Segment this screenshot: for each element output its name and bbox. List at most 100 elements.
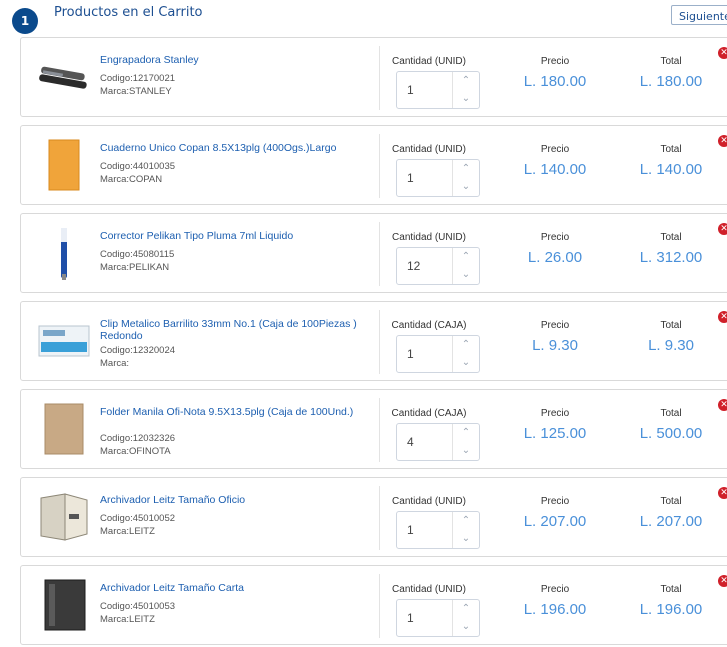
price-value: L. 9.30	[532, 337, 578, 354]
chevron-up-icon[interactable]: ⌃	[453, 336, 479, 354]
quantity-value[interactable]: 1	[407, 611, 414, 625]
chevron-down-icon[interactable]: ⌄	[453, 354, 479, 372]
price-label: Precio	[540, 320, 570, 331]
product-brand: Marca:OFINOTA	[100, 446, 171, 457]
spin-buttons: ⌃ ⌄	[452, 160, 479, 196]
product-name[interactable]: Archivador Leitz Tamaño Carta	[100, 582, 370, 594]
total-value: L. 180.00	[639, 73, 703, 90]
price-value: L. 26.00	[527, 249, 583, 266]
remove-item-icon[interactable]: ✕	[718, 399, 727, 411]
product-brand: Marca:STANLEY	[100, 86, 172, 97]
chevron-up-icon[interactable]: ⌃	[453, 424, 479, 442]
folder-image	[35, 400, 93, 458]
total-label: Total	[660, 496, 682, 507]
total-label: Total	[660, 320, 682, 331]
quantity-label: Cantidad (CAJA)	[391, 320, 467, 331]
spin-buttons: ⌃ ⌄	[452, 248, 479, 284]
cart-item: Cuaderno Unico Copan 8.5X13plg (400Ogs.)…	[20, 125, 727, 205]
product-name[interactable]: Corrector Pelikan Tipo Pluma 7ml Liquido	[100, 230, 370, 242]
quantity-stepper[interactable]: 1 ⌃ ⌄	[396, 71, 480, 109]
quantity-value[interactable]: 1	[407, 171, 414, 185]
product-code: Codigo:12170021	[100, 73, 176, 84]
total-value: L. 140.00	[639, 161, 703, 178]
cart-item: Clip Metalico Barrilito 33mm No.1 (Caja …	[20, 301, 727, 381]
binder-open-image	[35, 488, 93, 546]
price-label: Precio	[540, 408, 570, 419]
cart-header: 1 Productos en el Carrito Siguiente	[0, 0, 727, 36]
cart-item: Archivador Leitz Tamaño Oficio Codigo:45…	[20, 477, 727, 557]
product-name[interactable]: Engrapadora Stanley	[100, 54, 370, 66]
product-name[interactable]: Cuaderno Unico Copan 8.5X13plg (400Ogs.)…	[100, 142, 370, 154]
quantity-value[interactable]: 1	[407, 347, 414, 361]
quantity-stepper[interactable]: 1 ⌃ ⌄	[396, 599, 480, 637]
product-code: Codigo:12320024	[100, 345, 176, 356]
quantity-label: Cantidad (UNID)	[392, 232, 466, 243]
quantity-value[interactable]: 1	[407, 523, 414, 537]
total-label: Total	[660, 56, 682, 67]
quantity-stepper[interactable]: 1 ⌃ ⌄	[396, 511, 480, 549]
remove-item-icon[interactable]: ✕	[718, 575, 727, 587]
product-code: Codigo:12032326	[100, 433, 176, 444]
cart-item: Engrapadora Stanley Codigo:12170021 Marc…	[20, 37, 727, 117]
product-name[interactable]: Clip Metalico Barrilito 33mm No.1 (Caja …	[100, 318, 370, 342]
chevron-down-icon[interactable]: ⌄	[453, 90, 479, 108]
product-code: Codigo:44010035	[100, 161, 176, 172]
price-label: Precio	[540, 584, 570, 595]
chevron-down-icon[interactable]: ⌄	[453, 266, 479, 284]
price-value: L. 207.00	[523, 513, 587, 530]
quantity-value[interactable]: 4	[407, 435, 414, 449]
chevron-up-icon[interactable]: ⌃	[453, 512, 479, 530]
total-label: Total	[660, 144, 682, 155]
total-label: Total	[660, 584, 682, 595]
price-value: L. 196.00	[523, 601, 587, 618]
quantity-label: Cantidad (UNID)	[392, 144, 466, 155]
price-label: Precio	[540, 144, 570, 155]
section-title: Productos en el Carrito	[54, 5, 203, 20]
quantity-stepper[interactable]: 4 ⌃ ⌄	[396, 423, 480, 461]
total-label: Total	[660, 232, 682, 243]
chevron-down-icon[interactable]: ⌄	[453, 442, 479, 460]
quantity-value[interactable]: 12	[407, 259, 420, 273]
correction-pen-image	[35, 224, 93, 282]
remove-item-icon[interactable]: ✕	[718, 487, 727, 499]
cart-item: Archivador Leitz Tamaño Carta Codigo:450…	[20, 565, 727, 645]
total-value: L. 207.00	[639, 513, 703, 530]
chevron-up-icon[interactable]: ⌃	[453, 72, 479, 90]
remove-item-icon[interactable]: ✕	[718, 311, 727, 323]
quantity-label: Cantidad (UNID)	[392, 496, 466, 507]
quantity-stepper[interactable]: 1 ⌃ ⌄	[396, 159, 480, 197]
remove-item-icon[interactable]: ✕	[718, 135, 727, 147]
remove-item-icon[interactable]: ✕	[718, 47, 727, 59]
chevron-up-icon[interactable]: ⌃	[453, 248, 479, 266]
binder-black-image	[35, 576, 93, 634]
quantity-stepper[interactable]: 1 ⌃ ⌄	[396, 335, 480, 373]
remove-item-icon[interactable]: ✕	[718, 223, 727, 235]
product-brand: Marca:	[100, 358, 130, 369]
chevron-up-icon[interactable]: ⌃	[453, 600, 479, 618]
quantity-value[interactable]: 1	[407, 83, 414, 97]
price-label: Precio	[540, 496, 570, 507]
product-code: Codigo:45010052	[100, 513, 176, 524]
total-label: Total	[660, 408, 682, 419]
total-value: L. 312.00	[639, 249, 703, 266]
spin-buttons: ⌃ ⌄	[452, 336, 479, 372]
quantity-stepper[interactable]: 12 ⌃ ⌄	[396, 247, 480, 285]
total-value: L. 500.00	[639, 425, 703, 442]
price-label: Precio	[540, 56, 570, 67]
chevron-down-icon[interactable]: ⌄	[453, 618, 479, 636]
price-value: L. 180.00	[523, 73, 587, 90]
chevron-up-icon[interactable]: ⌃	[453, 160, 479, 178]
step-badge: 1	[12, 8, 38, 34]
clip-box-image	[35, 312, 93, 370]
total-value: L. 9.30	[648, 337, 694, 354]
stapler-image	[35, 48, 93, 106]
product-brand: Marca:PELIKAN	[100, 262, 170, 273]
quantity-label: Cantidad (CAJA)	[391, 408, 467, 419]
product-name[interactable]: Archivador Leitz Tamaño Oficio	[100, 494, 370, 506]
chevron-down-icon[interactable]: ⌄	[453, 530, 479, 548]
quantity-label: Cantidad (UNID)	[392, 56, 466, 67]
product-name[interactable]: Folder Manila Ofi-Nota 9.5X13.5plg (Caja…	[100, 406, 370, 418]
next-button[interactable]: Siguiente	[671, 5, 727, 25]
product-brand: Marca:LEITZ	[100, 526, 155, 537]
chevron-down-icon[interactable]: ⌄	[453, 178, 479, 196]
